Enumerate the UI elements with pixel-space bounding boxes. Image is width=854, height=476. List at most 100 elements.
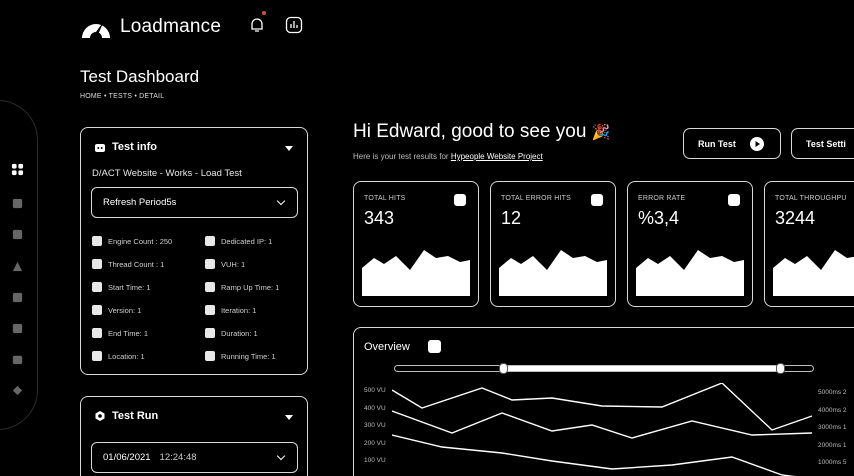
info-item-label: Iteration: 1 xyxy=(221,305,257,315)
info-item-label: End Time: 1 xyxy=(108,328,149,338)
range-slider[interactable] xyxy=(394,363,814,374)
iteration-icon xyxy=(205,305,215,315)
notification-dot xyxy=(262,11,266,15)
collapse-caret-icon[interactable] xyxy=(285,146,293,151)
stat-value: %3,4 xyxy=(638,208,680,228)
sparkline-chart xyxy=(362,250,470,296)
stat-options-icon[interactable] xyxy=(454,194,466,206)
greeting-headline: Hi Edward, good to see you 🎉 xyxy=(353,121,610,143)
test-run-title: Test Run xyxy=(112,410,159,422)
version-icon xyxy=(92,305,102,315)
save-icon[interactable] xyxy=(10,321,24,335)
stat-card[interactable]: TOTAL HITS 343 xyxy=(353,181,479,307)
overview-panel: Overview 500 VU 400 VU 300 VU 200 VU 100 VU … xyxy=(353,327,854,476)
info-item: Engine Count : 250 xyxy=(92,236,172,246)
images-icon[interactable] xyxy=(10,227,24,241)
series-line-2 xyxy=(392,410,813,439)
info-item-label: Duration: 1 xyxy=(221,328,258,338)
test-run-time: 12:24:48 xyxy=(159,452,197,463)
y-axis-right-label: 5000ms 2 xyxy=(818,389,847,396)
calendar-icon[interactable] xyxy=(10,352,24,366)
info-item: Version: 1 xyxy=(92,305,141,315)
run-test-button[interactable]: Run Test xyxy=(683,128,781,159)
thread-icon xyxy=(92,259,102,269)
test-info-header[interactable]: Test info xyxy=(94,141,157,153)
running-time-icon xyxy=(205,351,215,361)
speedometer-logo-icon xyxy=(82,21,110,38)
info-item-label: VUH: 1 xyxy=(221,259,246,269)
page-title: Test Dashboard xyxy=(80,67,200,86)
series-line-1 xyxy=(392,383,813,431)
stat-value: 343 xyxy=(364,208,395,228)
collapse-caret-icon[interactable] xyxy=(285,415,293,420)
stat-label: ERROR RATE xyxy=(638,195,686,202)
test-settings-label: Test Setti xyxy=(806,138,846,149)
ip-icon xyxy=(205,236,215,246)
info-item: VUH: 1 xyxy=(205,259,245,269)
breadcrumb[interactable]: HOME • TESTS • DETAIL xyxy=(80,93,164,100)
refresh-period-value: Refresh Period5s xyxy=(103,197,177,208)
engine-icon xyxy=(92,236,102,246)
stat-options-icon[interactable] xyxy=(591,194,603,206)
analytics-icon[interactable] xyxy=(285,16,303,34)
info-item-label: Thread Count : 1 xyxy=(108,259,165,269)
user-icon xyxy=(205,259,215,269)
stat-card[interactable]: TOTAL ERROR HITS 12 xyxy=(490,181,616,307)
test-info-title: Test info xyxy=(112,141,158,153)
y-axis-right-label: 3000ms 1 xyxy=(818,424,847,431)
stat-label: TOTAL THROUGHPU xyxy=(775,195,847,202)
info-item-label: Running Time: 1 xyxy=(221,351,276,361)
y-axis-left-label: 300 VU xyxy=(364,422,386,429)
run-test-label: Run Test xyxy=(698,138,736,149)
refresh-period-select[interactable]: Refresh Period5s xyxy=(91,187,298,218)
dashboard-icon[interactable] xyxy=(10,162,24,176)
bell-icon[interactable] xyxy=(248,16,266,34)
stat-label: TOTAL HITS xyxy=(364,195,406,202)
info-item: End Time: 1 xyxy=(92,328,148,338)
info-item-label: Engine Count : 250 xyxy=(108,236,173,246)
info-item-label: Start Time: 1 xyxy=(108,282,151,292)
info-item: Ramp Up Time: 1 xyxy=(205,282,279,292)
documents-icon[interactable] xyxy=(10,290,24,304)
test-settings-button[interactable]: Test Setti xyxy=(791,128,854,159)
y-axis-left-label: 400 VU xyxy=(364,404,386,412)
stat-value: 3244 xyxy=(775,208,816,228)
greeting-text: Hi Edward, good to see you xyxy=(353,121,587,142)
stat-label: TOTAL ERROR HITS xyxy=(501,195,571,202)
chevron-down-icon xyxy=(276,451,286,461)
stat-card[interactable]: TOTAL THROUGHPU 3244 xyxy=(764,181,854,307)
y-axis-left-label: 500 VU xyxy=(364,387,386,394)
y-axis-left-label: 100 VU xyxy=(364,457,386,464)
y-axis-right-label: 4000ms 2 xyxy=(818,406,847,414)
duration-icon xyxy=(205,328,215,338)
sparkline-chart xyxy=(636,250,744,296)
stat-options-icon[interactable] xyxy=(728,194,740,206)
expand-icon[interactable] xyxy=(428,340,441,353)
info-item: Start Time: 1 xyxy=(92,282,151,292)
ramp-icon xyxy=(205,282,215,292)
greeting-subtitle-text: Here is your test results for xyxy=(353,152,451,161)
range-end-handle[interactable] xyxy=(776,363,785,374)
range-slider-fill xyxy=(503,366,780,371)
project-link[interactable]: Hypeople Website Project xyxy=(451,152,543,161)
info-item-label: Location: 1 xyxy=(108,351,145,361)
info-item-label: Ramp Up Time: 1 xyxy=(221,282,280,292)
sparkline-chart xyxy=(773,250,854,296)
sparkline-chart xyxy=(499,250,607,296)
info-item: Dedicated IP: 1 xyxy=(205,236,272,246)
hexagon-icon xyxy=(95,411,105,421)
range-start-handle[interactable] xyxy=(499,363,508,374)
stopwatch-icon xyxy=(92,282,102,292)
test-run-select[interactable]: 01/06/2021 12:24:48 xyxy=(91,442,298,473)
y-axis-right-label: 2000ms 1 xyxy=(818,441,847,449)
reports-icon[interactable] xyxy=(10,196,24,210)
stat-card[interactable]: ERROR RATE %3,4 xyxy=(627,181,753,307)
info-item-label: Dedicated IP: 1 xyxy=(221,236,273,246)
layers-icon[interactable] xyxy=(10,383,24,397)
test-run-header[interactable]: Test Run xyxy=(94,410,158,422)
y-axis-right-label: 1000ms 5 xyxy=(818,459,847,466)
party-icon: 🎉 xyxy=(591,124,611,141)
warning-icon[interactable] xyxy=(10,259,24,273)
app-logo[interactable]: Loadmance xyxy=(80,14,221,40)
test-run-date: 01/06/2021 xyxy=(103,452,151,463)
